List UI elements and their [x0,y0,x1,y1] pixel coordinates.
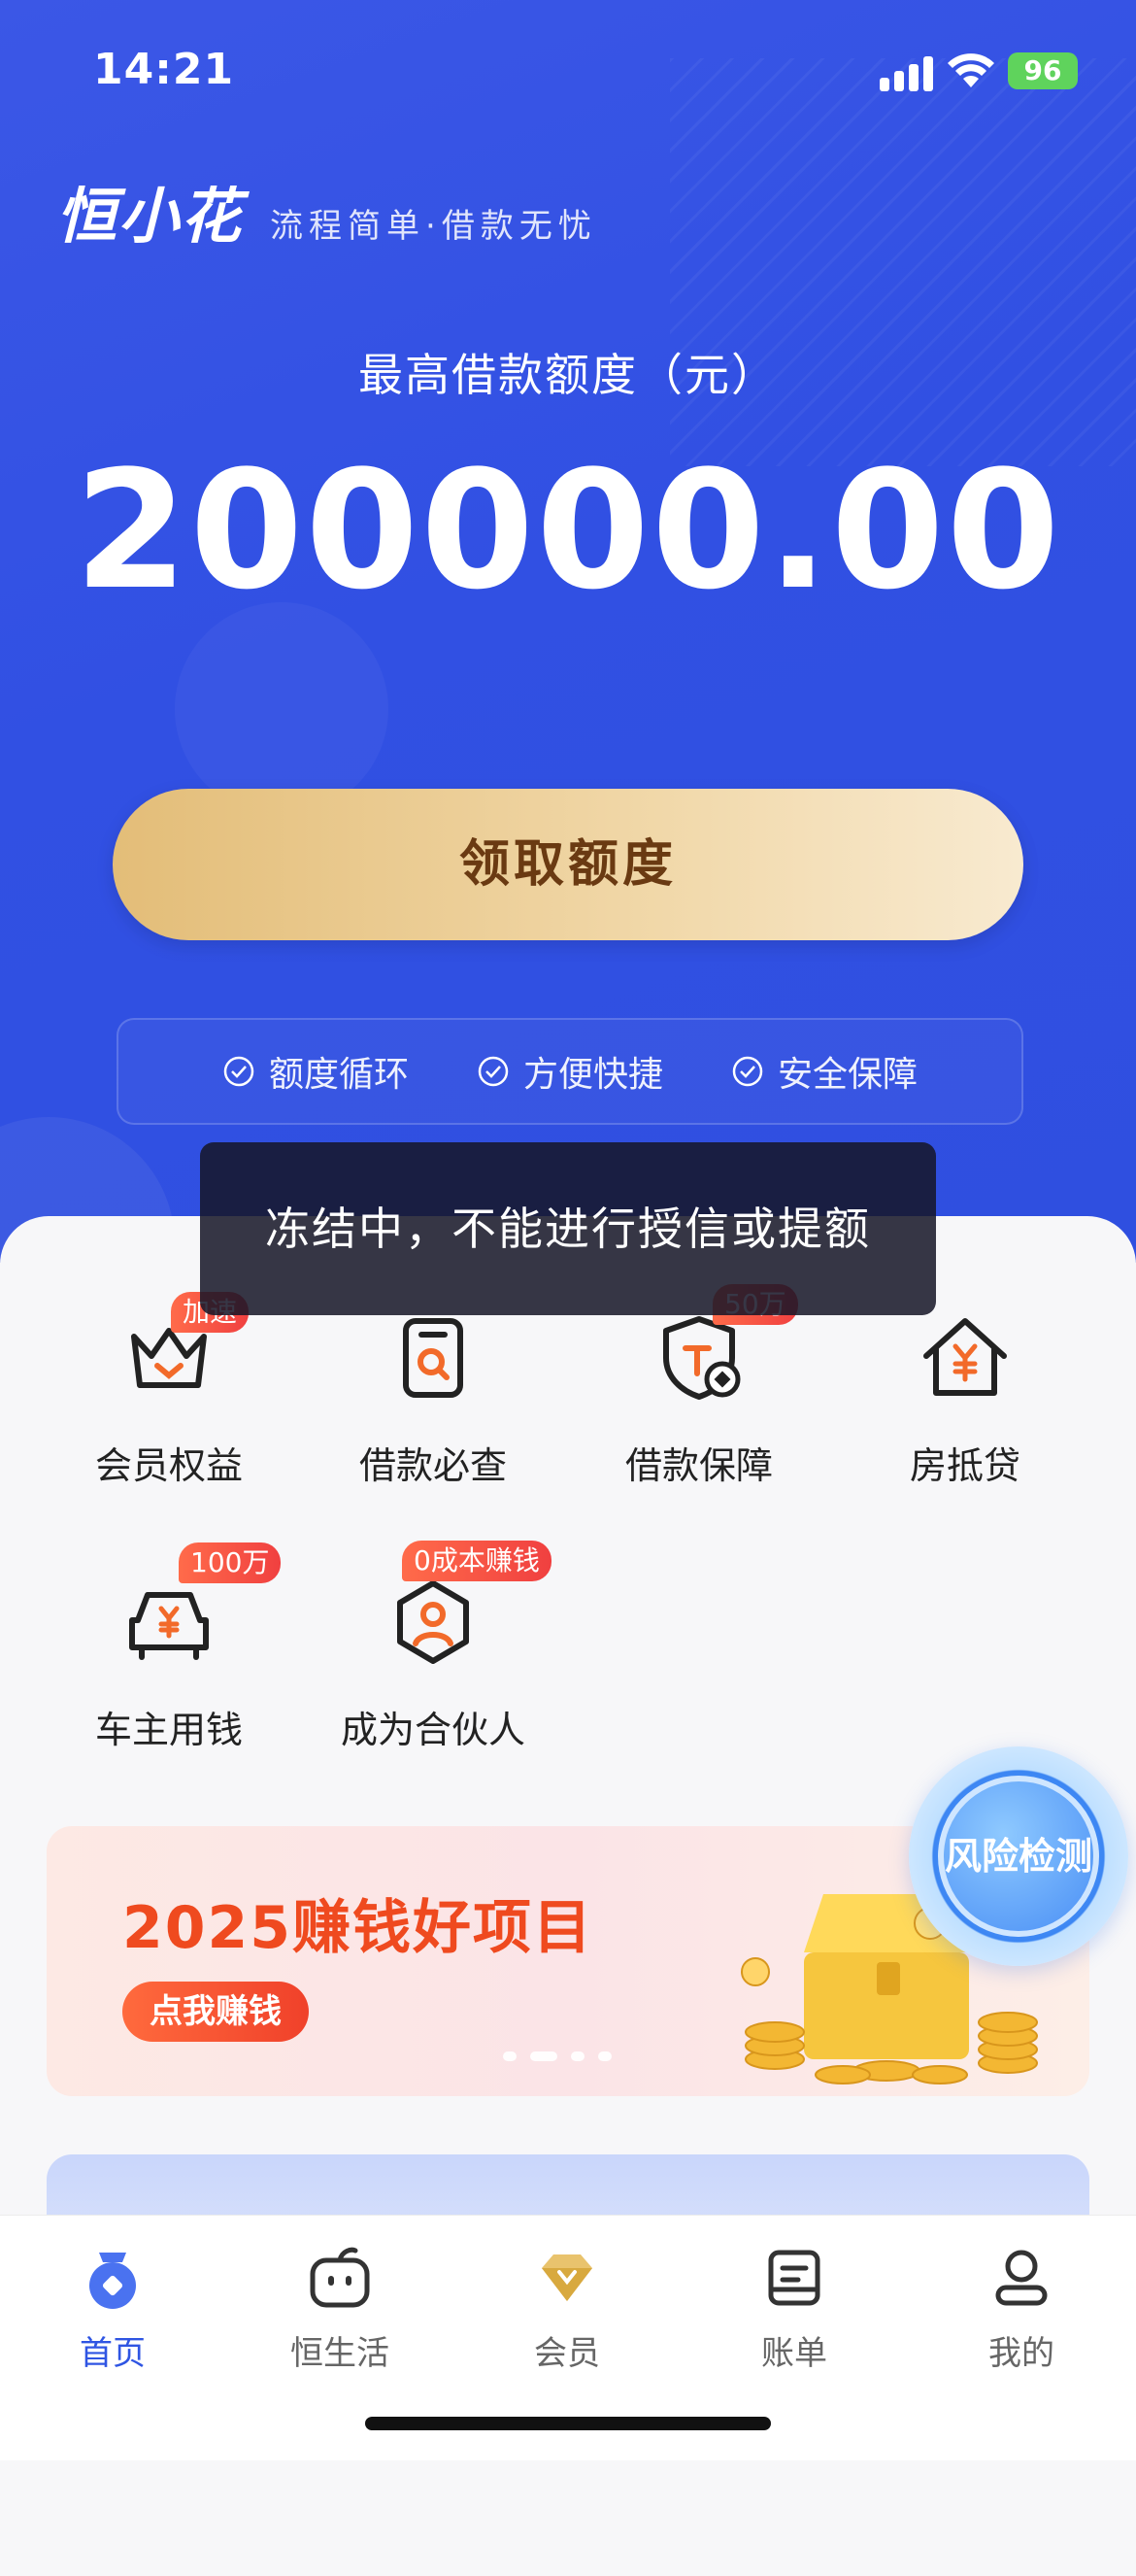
pagination-dot [571,2051,585,2061]
toast-message: 冻结中，不能进行授信或提额 [200,1142,936,1315]
service-label: 借款保障 [624,1444,773,1487]
risk-check-label: 风险检测 [938,1776,1099,1937]
feature-label: 方便快捷 [522,1055,663,1095]
banner-title: 2025赚钱好项目 [122,1894,593,1962]
banner-earn-button[interactable]: 点我赚钱 [122,1982,309,2042]
pagination-dot [503,2051,517,2061]
home-indicator[interactable] [365,2417,771,2430]
tab-bill[interactable]: 账单 [717,2243,872,2374]
tab-label: 账单 [761,2334,827,2373]
service-become-partner[interactable]: 0成本赚钱 成为合伙人 [326,1541,551,1753]
service-label: 房抵贷 [909,1444,1020,1487]
feature-item: 方便快捷 [477,1046,663,1097]
wifi-icon [948,53,994,87]
app-slogan: 流程简单·借款无忧 [270,207,597,246]
status-bar: 14:21 96 [0,0,1136,126]
banner-pagination [503,2051,612,2061]
service-label: 会员权益 [94,1444,243,1487]
search-document-icon [403,1318,463,1398]
decorative-circle [175,602,388,816]
service-tag: 100万 [179,1542,282,1583]
feature-item: 额度循环 [222,1046,409,1097]
tab-member[interactable]: 会员 [489,2243,645,2374]
feature-highlights: 额度循环 方便快捷 安全保障 [117,1018,1023,1125]
house-icon [923,1318,1007,1396]
service-label: 借款必查 [358,1444,507,1487]
credit-limit-label: 最高借款额度（元） [358,349,778,401]
cellular-signal-icon [880,56,933,91]
app-logo: 恒小花 [56,181,244,252]
partner-icon [397,1580,469,1664]
credit-limit-amount: 200000.00 [74,435,1062,626]
tab-label: 首页 [80,2334,146,2373]
service-car-owner-loan[interactable]: 100万 车主用钱 [62,1542,282,1753]
tab-profile[interactable]: 我的 [944,2243,1099,2374]
status-time: 14:21 [93,45,235,94]
feature-label: 安全保障 [778,1055,919,1095]
battery-indicator: 96 [1008,52,1078,89]
diamond-icon [542,2254,592,2301]
service-loan-check[interactable]: 借款必查 [326,1309,540,1489]
tab-label: 恒生活 [290,2334,389,2373]
tab-life[interactable]: 恒生活 [262,2243,418,2374]
service-mortgage-loan[interactable]: 房抵贷 [858,1309,1072,1489]
service-tag: 0成本赚钱 [402,1541,551,1581]
check-circle-icon [223,1056,254,1087]
life-icon [310,2247,370,2308]
feature-label: 额度循环 [268,1055,409,1095]
bill-icon [768,2250,820,2306]
pagination-dot [598,2051,612,2061]
claim-credit-button[interactable]: 领取额度 [113,789,1023,940]
brand-header: 恒小花 流程简单·借款无忧 [56,167,597,254]
tab-home[interactable]: 首页 [35,2243,190,2374]
feature-item: 安全保障 [731,1046,918,1097]
car-icon [129,1592,209,1660]
service-label: 车主用钱 [94,1709,243,1751]
service-label: 成为合伙人 [340,1709,525,1751]
home-icon [89,2253,136,2309]
risk-check-button[interactable]: 风险检测 [909,1746,1128,1966]
service-loan-protection[interactable]: 50万 借款保障 [592,1284,806,1489]
pagination-dot-active [530,2051,557,2061]
tab-label: 我的 [988,2334,1054,2373]
tab-label: 会员 [534,2334,600,2373]
check-circle-icon [478,1056,509,1087]
profile-icon [995,2250,1048,2306]
check-circle-icon [732,1056,763,1087]
service-member-benefits[interactable]: 加速 会员权益 [62,1292,276,1489]
